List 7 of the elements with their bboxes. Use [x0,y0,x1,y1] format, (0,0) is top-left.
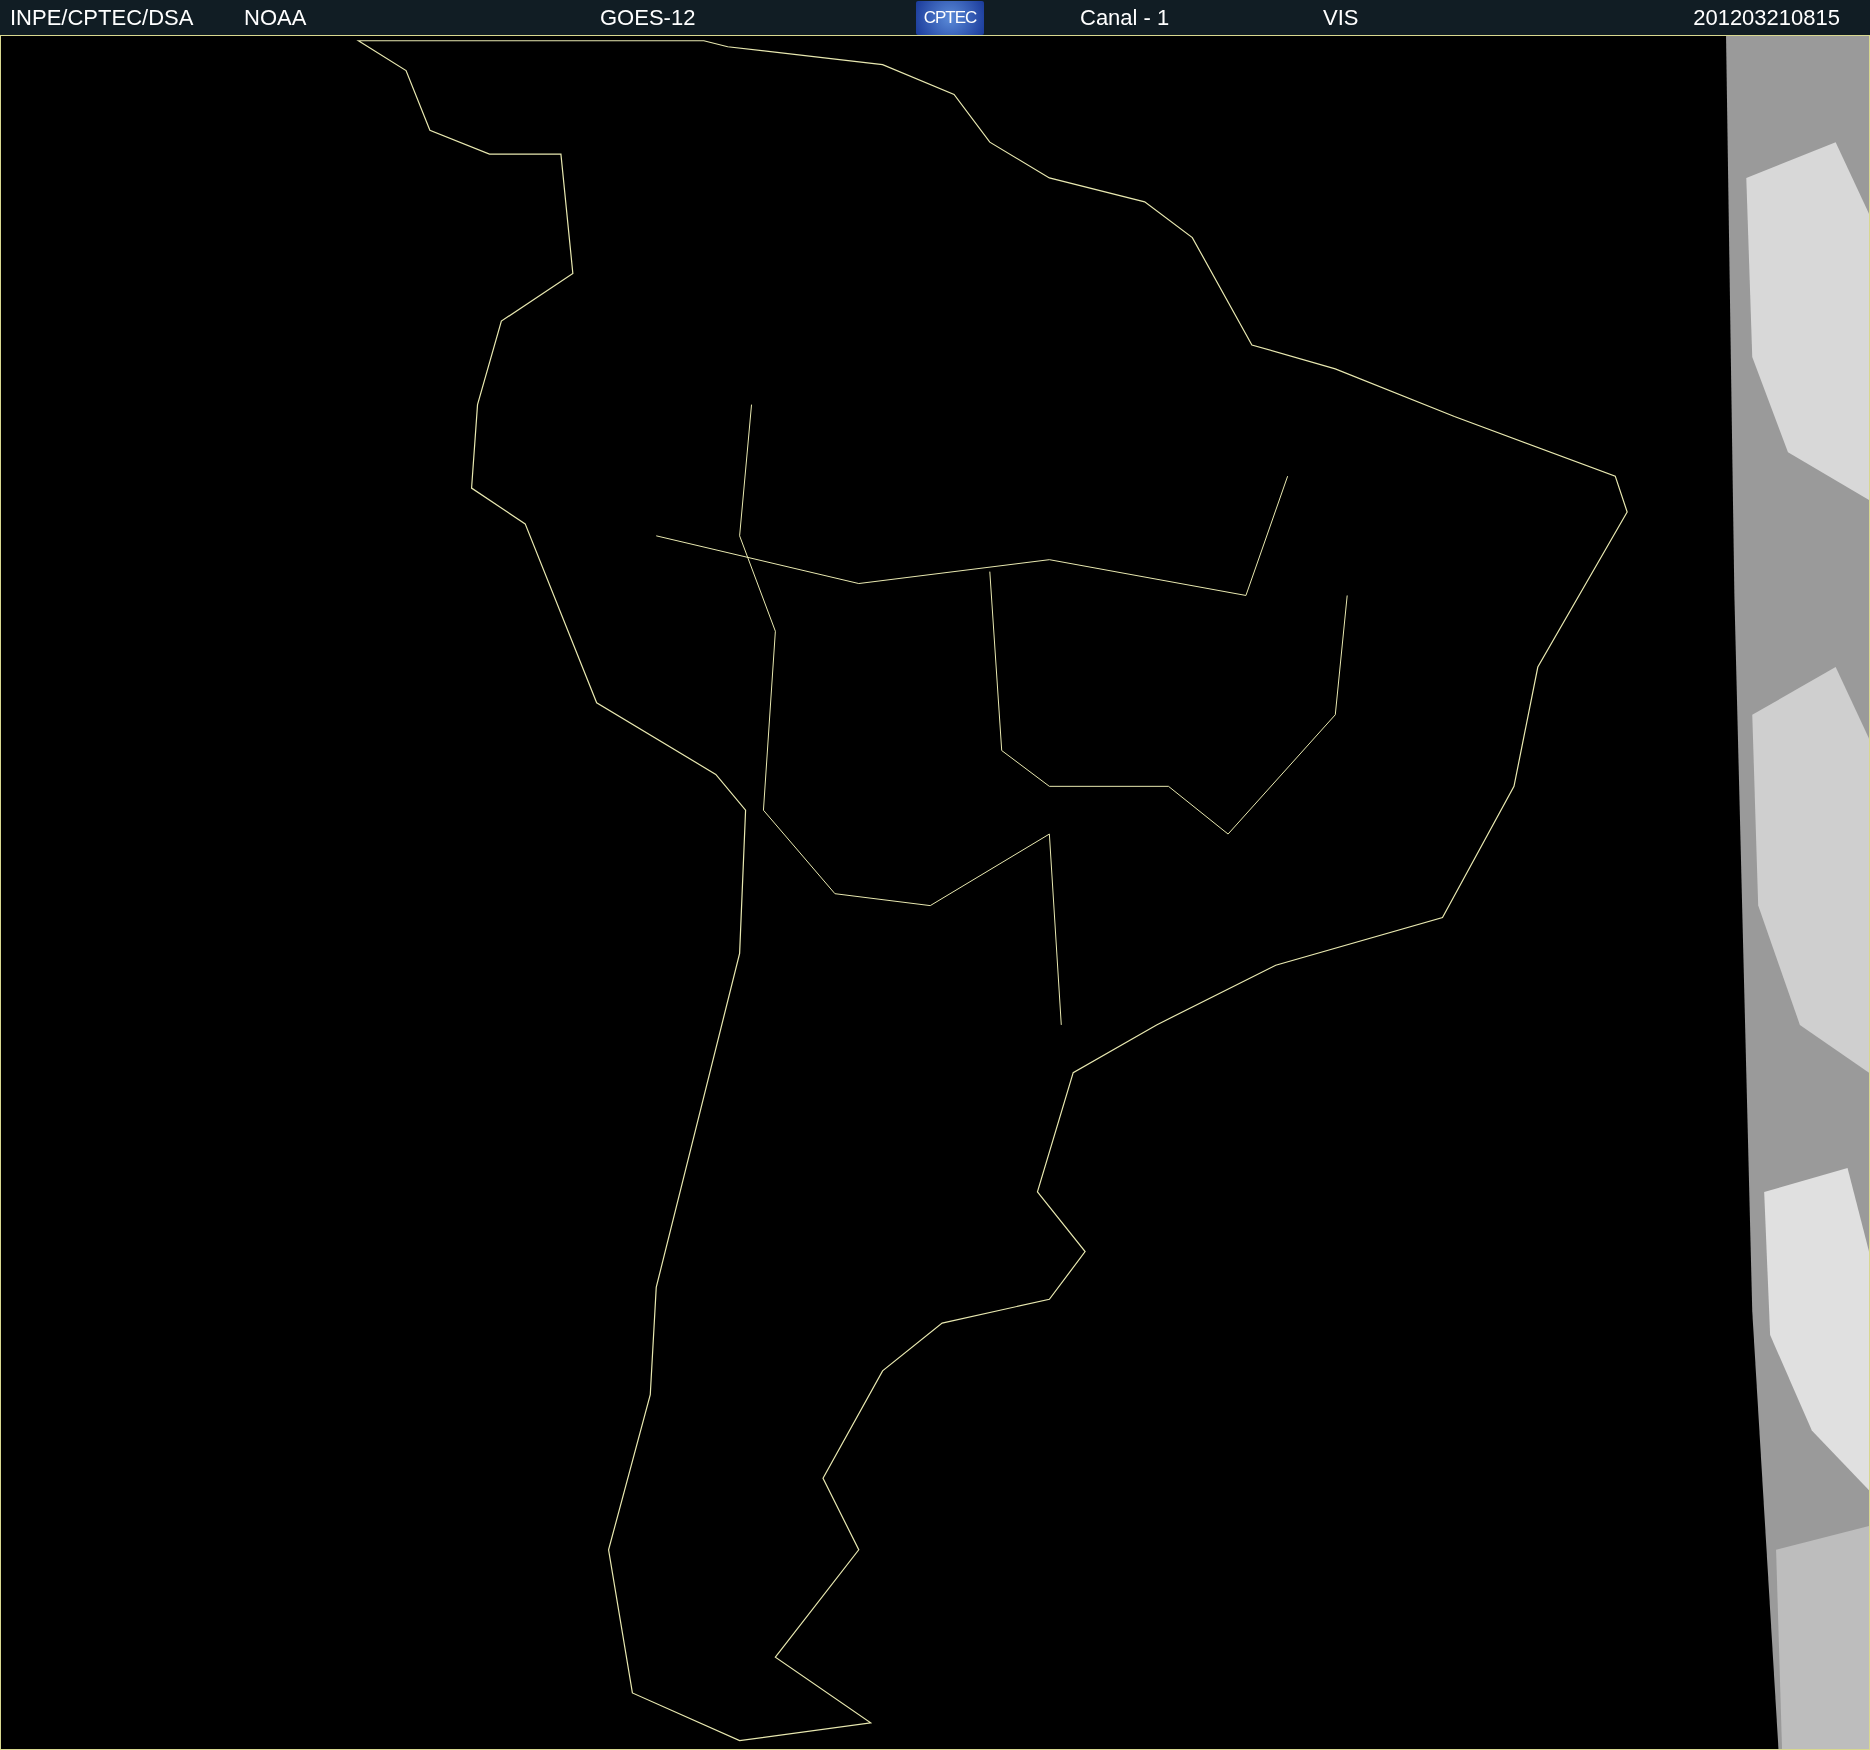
source-label: INPE/CPTEC/DSA [10,4,194,31]
band-label: VIS [1323,4,1359,31]
satellite-label: GOES-12 [600,4,696,31]
timestamp-label: 201203210815 [1693,4,1840,31]
channel-label: Canal - 1 [1080,4,1170,31]
agency-label: NOAA [244,4,307,31]
logo: CPTEC [916,0,984,35]
